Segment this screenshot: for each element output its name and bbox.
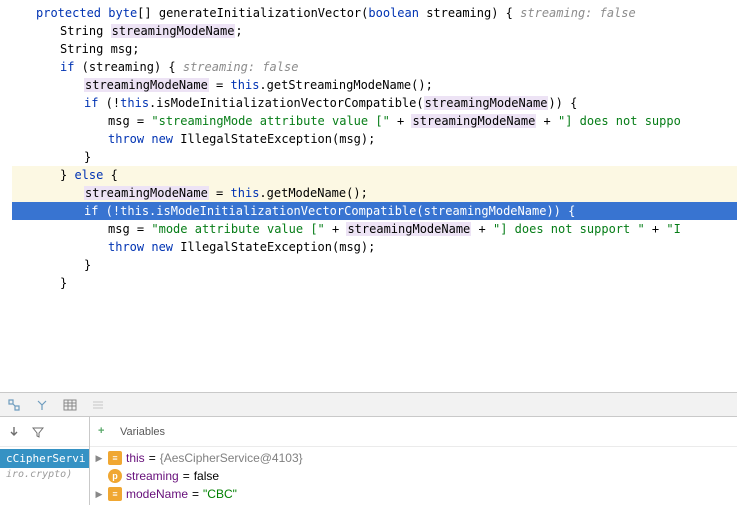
- keyword: this: [231, 186, 260, 200]
- string-literal: "streamingMode attribute value [": [151, 114, 389, 128]
- variable: msg: [339, 132, 361, 146]
- keyword: new: [151, 240, 173, 254]
- code-line: protected byte[] generateInitializationV…: [12, 4, 737, 22]
- variable: msg: [339, 240, 361, 254]
- code-line: msg = "streamingMode attribute value [" …: [12, 112, 737, 130]
- variable: streamingModeName: [411, 114, 536, 128]
- param-icon: p: [108, 469, 122, 483]
- code-line: throw new IllegalStateException(msg);: [12, 238, 737, 256]
- variable-name: this: [126, 451, 145, 465]
- variable: streamingModeName: [84, 78, 209, 92]
- equals: =: [149, 451, 156, 465]
- code-area: protected byte[] generateInitializationV…: [0, 0, 737, 296]
- method-name: generateInitializationVector: [159, 6, 361, 20]
- string-literal: "I: [666, 222, 680, 236]
- type: String: [60, 42, 103, 56]
- keyword: this: [231, 78, 260, 92]
- variable-row[interactable]: p streaming = false: [94, 467, 733, 485]
- variable-value: {AesCipherService@4103}: [160, 451, 303, 465]
- variable: msg: [111, 42, 133, 56]
- method-call: getStreamingModeName: [267, 78, 412, 92]
- keyword: this: [120, 204, 149, 218]
- code-line: throw new IllegalStateException(msg);: [12, 130, 737, 148]
- keyword: new: [151, 132, 173, 146]
- execution-line: if (!this.isModeInitializationVectorComp…: [12, 202, 737, 220]
- field-icon: ≡: [108, 451, 122, 465]
- method-call: isModeInitializationVectorCompatible: [156, 204, 416, 218]
- keyword: if: [84, 204, 98, 218]
- expand-arrow-icon[interactable]: ▶: [94, 489, 104, 500]
- variable-name: modeName: [126, 487, 188, 501]
- variable-value: false: [194, 469, 219, 483]
- code-line: streamingModeName = this.getStreamingMod…: [12, 76, 737, 94]
- param: streaming: [426, 6, 491, 20]
- inline-hint: streaming: false: [520, 6, 636, 20]
- variable: streamingModeName: [424, 96, 549, 110]
- variable: streamingModeName: [424, 204, 547, 218]
- variable: streamingModeName: [346, 222, 471, 236]
- code-editor[interactable]: protected byte[] generateInitializationV…: [0, 0, 737, 392]
- variable: streaming: [89, 60, 154, 74]
- frames-panel: cCipherServi iro.crypto): [0, 417, 90, 505]
- variable: streamingModeName: [111, 24, 236, 38]
- string-literal: "] does not support ": [493, 222, 645, 236]
- variable-value: "CBC": [203, 487, 237, 501]
- variables-tree[interactable]: ▶ ≡ this = {AesCipherService@4103} p str…: [90, 447, 737, 505]
- keyword: if: [60, 60, 74, 74]
- type: IllegalStateException: [180, 132, 332, 146]
- stack-frame-package: iro.crypto): [0, 468, 89, 481]
- table-view-icon[interactable]: [62, 397, 78, 413]
- code-line: }: [12, 148, 737, 166]
- code-line: } else {: [12, 166, 737, 184]
- code-line: String streamingModeName;: [12, 22, 737, 40]
- variables-header: + Variables: [90, 417, 737, 447]
- list-view-icon[interactable]: [90, 397, 106, 413]
- type: String: [60, 24, 103, 38]
- code-line: if (streaming) { streaming: false: [12, 58, 737, 76]
- keyword: protected: [36, 6, 101, 20]
- variable-row[interactable]: ▶ ≡ modeName = "CBC": [94, 485, 733, 503]
- string-literal: "mode attribute value [": [151, 222, 324, 236]
- step-down-icon[interactable]: [6, 424, 22, 440]
- variable: msg: [108, 222, 130, 236]
- method-call: isModeInitializationVectorCompatible: [156, 96, 416, 110]
- equals: =: [192, 487, 199, 501]
- frames-toolbar: [0, 417, 89, 447]
- field-icon: ≡: [108, 487, 122, 501]
- add-watch-icon[interactable]: +: [98, 425, 112, 439]
- keyword: if: [84, 96, 98, 110]
- keyword: this: [120, 96, 149, 110]
- keyword: throw: [108, 132, 144, 146]
- variable: msg: [108, 114, 130, 128]
- keyword: throw: [108, 240, 144, 254]
- code-line: }: [12, 274, 737, 292]
- filter-icon[interactable]: [30, 424, 46, 440]
- method-call: getModeName: [267, 186, 346, 200]
- variable: streamingModeName: [84, 186, 209, 200]
- code-line: if (!this.isModeInitializationVectorComp…: [12, 94, 737, 112]
- debug-pane: cCipherServi iro.crypto) + Variables ▶ ≡…: [0, 417, 737, 505]
- variable-row[interactable]: ▶ ≡ this = {AesCipherService@4103}: [94, 449, 733, 467]
- keyword: else: [74, 168, 103, 182]
- inline-hint: streaming: false: [183, 60, 299, 74]
- type: byte: [108, 6, 137, 20]
- equals: =: [183, 469, 190, 483]
- keyword: boolean: [368, 6, 419, 20]
- code-line: }: [12, 256, 737, 274]
- variable-name: streaming: [126, 469, 179, 483]
- code-line: msg = "mode attribute value [" + streami…: [12, 220, 737, 238]
- variables-panel: + Variables ▶ ≡ this = {AesCipherService…: [90, 417, 737, 505]
- string-literal: "] does not suppo: [558, 114, 681, 128]
- type: IllegalStateException: [180, 240, 332, 254]
- code-line: streamingModeName = this.getModeName();: [12, 184, 737, 202]
- expand-arrow-icon[interactable]: ▶: [94, 453, 104, 464]
- variables-title: Variables: [120, 426, 165, 438]
- code-line: String msg;: [12, 40, 737, 58]
- debug-toolbar: [0, 393, 737, 417]
- stack-frame[interactable]: cCipherServi: [0, 449, 89, 468]
- restore-layout-icon[interactable]: [6, 397, 22, 413]
- settings-icon[interactable]: [34, 397, 50, 413]
